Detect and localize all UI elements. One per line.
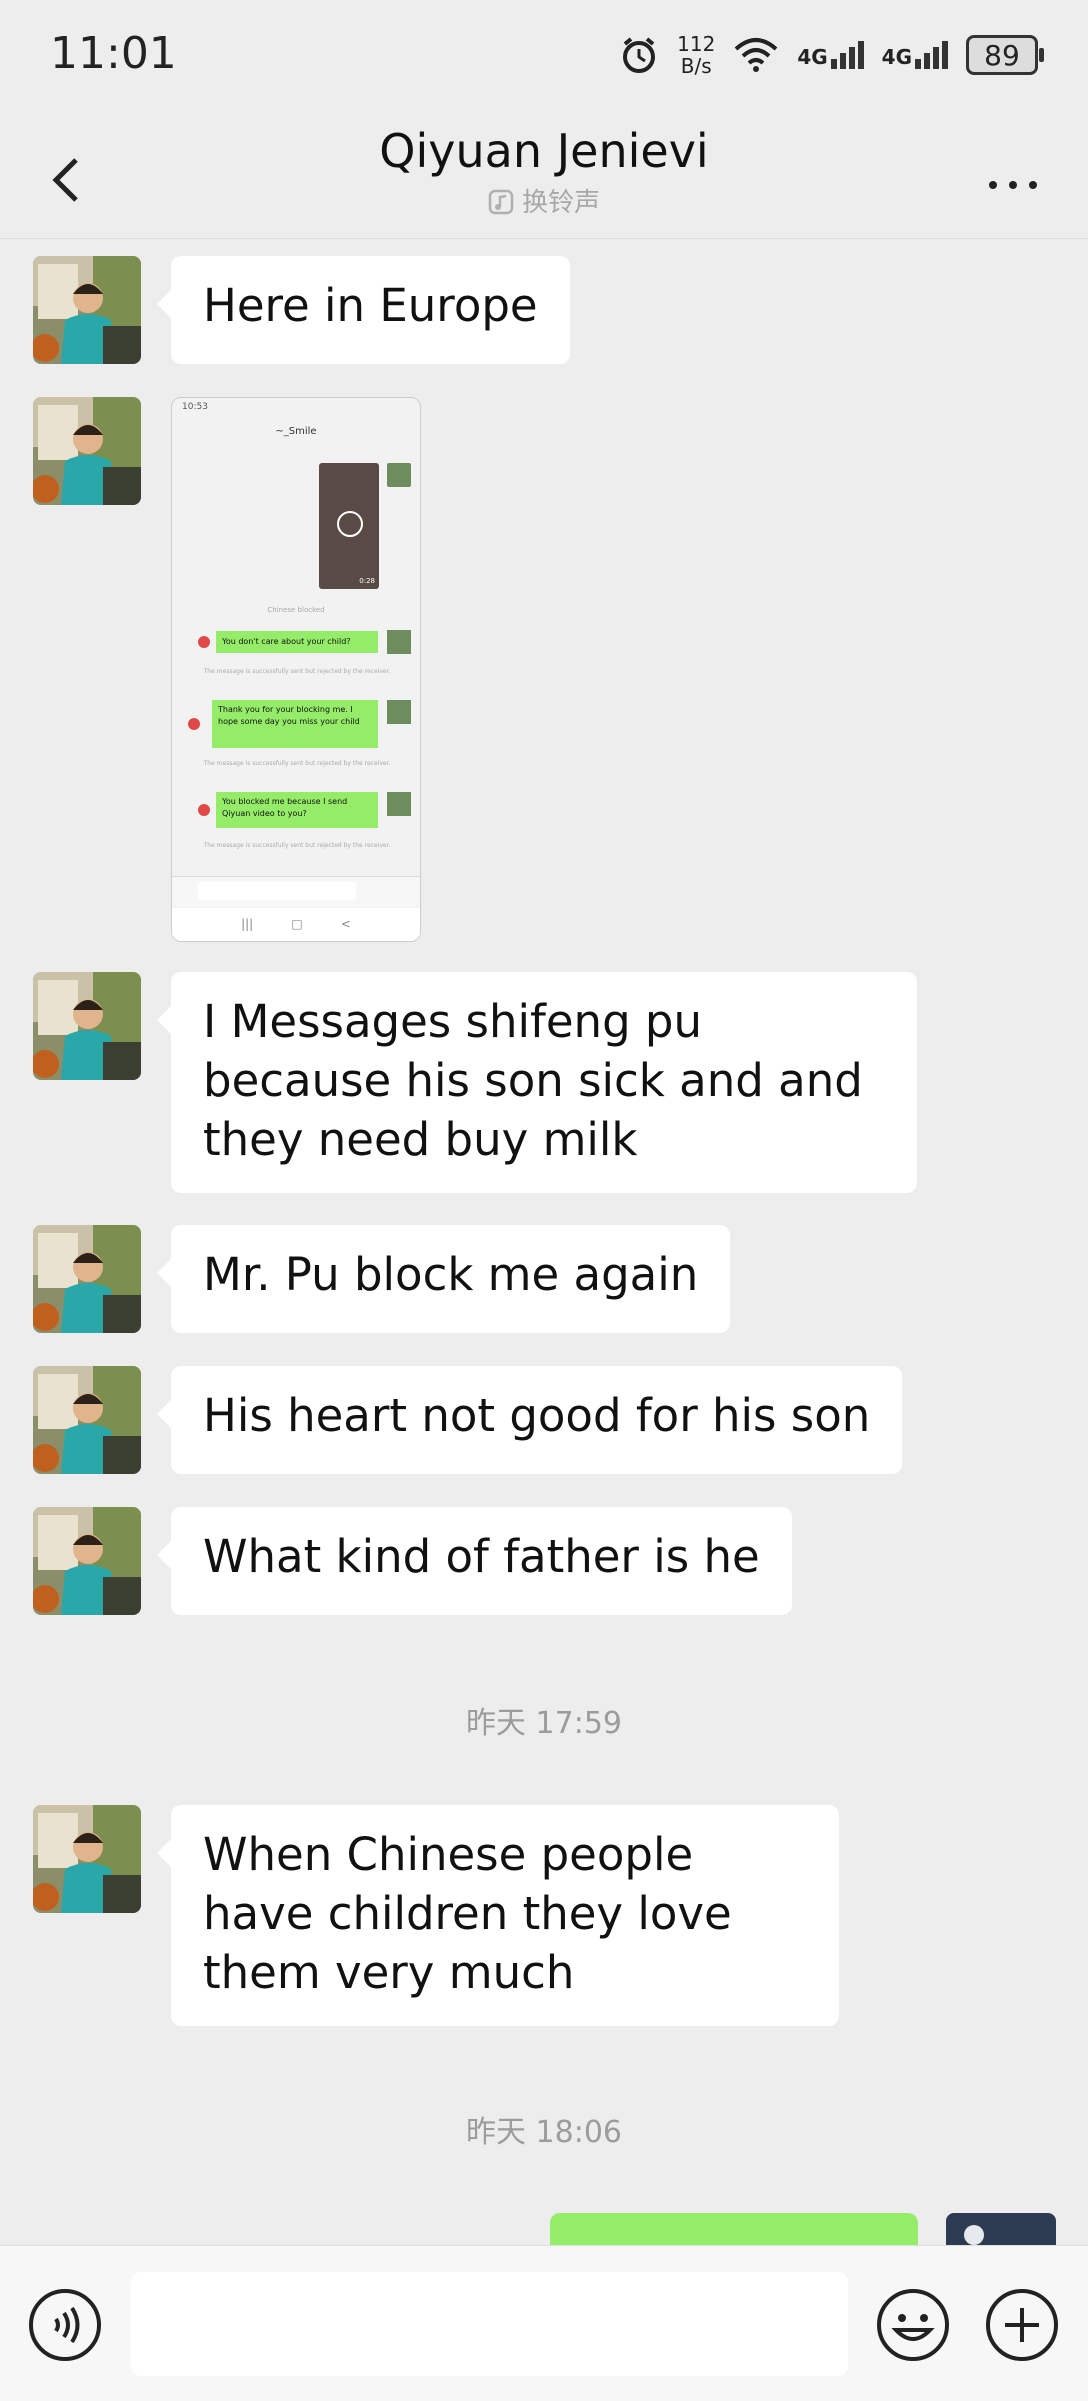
shot-rejected-note: The message is successfully sent but rej…	[203, 842, 391, 849]
shot-avatar	[387, 792, 411, 816]
battery-level: 89	[984, 38, 1020, 72]
shot-title: ~_Smile	[275, 426, 317, 437]
battery-icon: 89	[966, 35, 1044, 75]
message-text: What kind of father is he	[203, 1530, 760, 1583]
net-speed-unit: B/s	[680, 54, 712, 78]
shot-video-duration: 0:28	[359, 577, 375, 585]
ringtone-label: 换铃声	[522, 188, 601, 218]
shot-avatar	[387, 700, 411, 724]
shot-avatar	[387, 630, 411, 654]
shot-message: You blocked me because I send Qiyuan vid…	[216, 792, 378, 828]
message-bubble[interactable]: Here in Europe	[157, 256, 570, 364]
contact-avatar[interactable]	[33, 1225, 141, 1333]
message-bubble[interactable]: His heart not good for his son	[156, 1366, 903, 1474]
contact-avatar[interactable]	[33, 1507, 141, 1615]
message-bubble[interactable]: When Chinese people have children they l…	[157, 1805, 839, 2026]
shot-nav-bar: ||| □ <	[172, 908, 420, 941]
more-options-icon[interactable]	[978, 150, 1048, 210]
contact-avatar[interactable]	[33, 256, 141, 364]
contact-avatar[interactable]	[33, 1805, 141, 1913]
shot-system-line: Chinese blocked	[267, 606, 325, 614]
shot-error-icon	[198, 804, 210, 816]
voice-input-icon[interactable]	[26, 2286, 104, 2364]
input-bar	[0, 2245, 1088, 2401]
message-bubble[interactable]: What kind of father is he	[157, 1507, 792, 1615]
message-text: His heart not good for his son	[203, 1389, 871, 1442]
ringtone-link[interactable]: 换铃声	[0, 182, 1088, 219]
message-timestamp: 昨天 18:06	[466, 2115, 622, 2150]
add-plus-icon[interactable]	[983, 2286, 1061, 2364]
shot-rejected-note: The message is successfully sent but rej…	[203, 760, 391, 767]
shot-message: Thank you for your blocking me. I hope s…	[212, 700, 378, 748]
cell-signal-icon-2: 4G	[882, 41, 948, 69]
contact-avatar[interactable]	[33, 1366, 141, 1474]
message-text: Here in Europe	[203, 279, 538, 332]
shot-video-thumbnail: 0:28	[319, 463, 379, 589]
screenshot-image-message[interactable]: 10:53 ~_Smile 0:28 Chinese blocked You d…	[171, 397, 421, 942]
chat-header: Qiyuan Jenievi 换铃声	[0, 110, 1088, 239]
message-text: Mr. Pu block me again	[203, 1248, 699, 1301]
message-bubble[interactable]: I Messages shifeng pu because his son si…	[157, 972, 917, 1193]
shot-input-bar	[172, 876, 420, 907]
contact-name: Qiyuan Jenievi	[379, 124, 709, 178]
shot-error-icon	[198, 636, 210, 648]
status-time: 11:01	[50, 28, 177, 79]
music-note-icon	[488, 189, 514, 215]
shot-error-icon	[188, 718, 200, 730]
message-text: I Messages shifeng pu because his son si…	[203, 995, 863, 1166]
status-bar: 11:01 112 B/s 4G 4G 89	[0, 0, 1088, 110]
wifi-icon	[734, 38, 778, 72]
net-speed: 112 B/s	[677, 33, 715, 77]
message-input[interactable]	[131, 2272, 848, 2376]
contact-avatar[interactable]	[33, 972, 141, 1080]
shot-time: 10:53	[182, 402, 208, 412]
emoji-icon[interactable]	[874, 2286, 952, 2364]
message-text: When Chinese people have children they l…	[203, 1828, 732, 1999]
shot-rejected-note: The message is successfully sent but rej…	[203, 668, 391, 675]
cell-signal-icon-1: 4G	[797, 41, 864, 69]
contact-avatar[interactable]	[33, 397, 141, 505]
status-icons: 112 B/s 4G 4G 89	[619, 30, 1044, 80]
message-bubble[interactable]: Mr. Pu block me again	[156, 1225, 731, 1333]
alarm-icon	[623, 37, 656, 73]
network-type-2: 4G	[881, 45, 912, 69]
message-timestamp: 昨天 17:59	[466, 1706, 622, 1741]
shot-avatar	[387, 463, 411, 487]
network-type-1: 4G	[797, 45, 828, 69]
shot-message: You don't care about your child?	[216, 631, 378, 653]
net-speed-value: 112	[677, 32, 716, 56]
